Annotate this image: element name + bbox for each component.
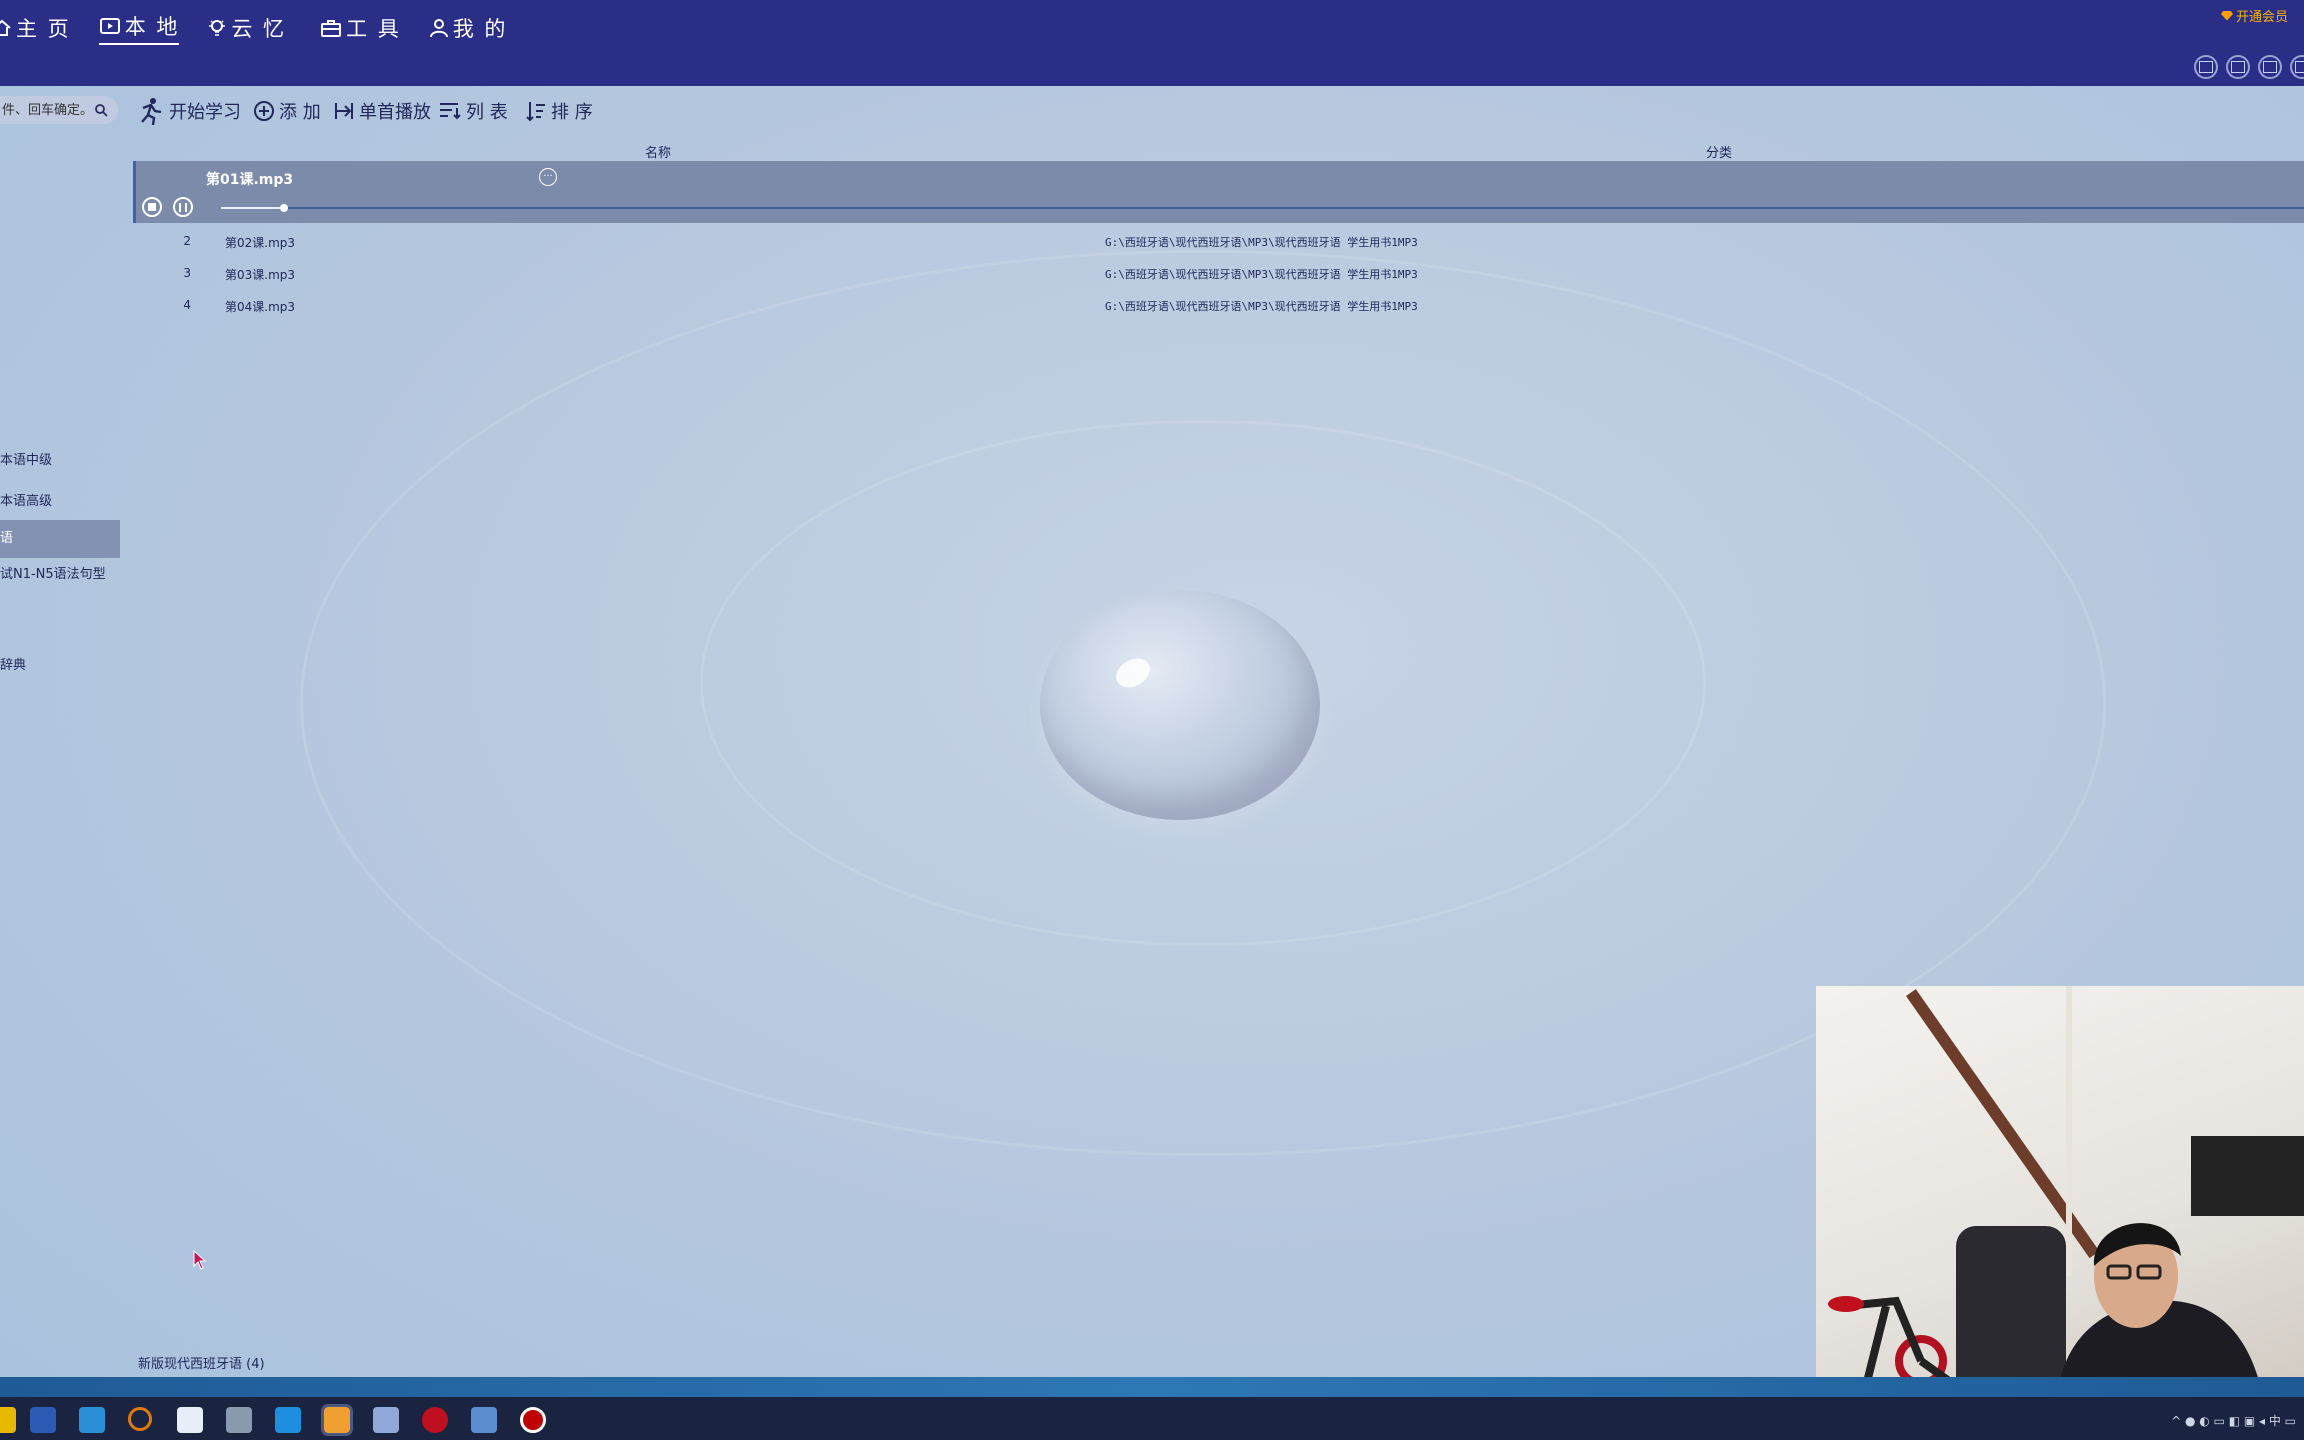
nav-home-label: 主 页 xyxy=(16,17,71,41)
search-box[interactable] xyxy=(0,96,118,124)
game-app-icon[interactable] xyxy=(422,1407,448,1433)
playlist-count-label: 新版现代西班牙语 (4) xyxy=(138,1357,265,1372)
nav-local-label: 本 地 xyxy=(124,15,180,39)
system-tray-icons[interactable]: ^ ● ◐ ▭ ◧ ▣ ◂ 中 ▭ xyxy=(2171,1412,2296,1429)
nav-tools[interactable]: 工 具 xyxy=(320,13,401,43)
save-disk-icon[interactable] xyxy=(30,1407,56,1433)
a-app-icon[interactable] xyxy=(321,1404,353,1436)
main-nav: 主 页 本 地 云 忆 工 具 我 的 xyxy=(0,10,535,46)
row-number: 2 xyxy=(183,234,191,248)
table-row[interactable]: 4 第04课.mp3 G:\西班牙语\现代西班牙语\MP3\现代西班牙语 学生用… xyxy=(133,290,2304,320)
row-file-name: 第02课.mp3 xyxy=(225,236,296,250)
windows-taskbar: ^ ● ◐ ▭ ◧ ▣ ◂ 中 ▭ xyxy=(0,1377,2304,1440)
photo-app-icon[interactable] xyxy=(471,1407,497,1433)
row-number: 3 xyxy=(183,266,191,280)
s-app-icon[interactable] xyxy=(275,1407,301,1433)
list-button[interactable]: 列 表 xyxy=(438,96,508,126)
skin-icon[interactable] xyxy=(2194,55,2218,79)
table-row[interactable]: 2 第02课.mp3 G:\西班牙语\现代西班牙语\MP3\现代西班牙语 学生用… xyxy=(133,226,2304,256)
sidebar-item-selected[interactable]: 语 xyxy=(0,520,120,558)
nav-cloud-memory[interactable]: 云 忆 xyxy=(207,13,286,43)
search-input[interactable] xyxy=(0,101,94,119)
nav-mine-label: 我 的 xyxy=(452,17,508,41)
nav-home[interactable]: 主 页 xyxy=(0,13,71,43)
list-label: 列 表 xyxy=(466,102,508,123)
top-bar: 主 页 本 地 云 忆 工 具 我 的 开通会员 xyxy=(0,0,2304,86)
nav-cloud-memory-label: 云 忆 xyxy=(231,17,287,41)
column-header-name[interactable]: 名称 xyxy=(645,142,671,161)
add-circle-icon xyxy=(254,101,274,121)
mouse-cursor-icon xyxy=(193,1250,207,1270)
vip-label: 开通会员 xyxy=(2235,10,2288,25)
vip-gem-icon xyxy=(2220,10,2233,21)
edit-icon[interactable] xyxy=(2226,55,2250,79)
sidebar-item[interactable]: 试N1-N5语法句型 xyxy=(0,563,106,582)
playing-title: 第01课.mp3 xyxy=(206,172,294,188)
image-icon[interactable] xyxy=(2258,55,2282,79)
nav-tools-label: 工 具 xyxy=(346,17,401,41)
single-play-button[interactable]: 单首播放 xyxy=(333,96,431,126)
window-tool-icons xyxy=(2186,55,2304,79)
single-play-icon xyxy=(335,103,353,119)
search-app-icon[interactable] xyxy=(128,1407,152,1431)
nav-local[interactable]: 本 地 xyxy=(98,11,180,45)
row-file-path: G:\西班牙语\现代西班牙语\MP3\现代西班牙语 学生用书1MP3 xyxy=(1105,268,1418,281)
start-learning-button[interactable]: 开始学习 xyxy=(135,96,241,126)
user-icon xyxy=(429,19,448,38)
webcam-overlay xyxy=(1816,986,2304,1416)
record-app-icon[interactable] xyxy=(520,1407,546,1433)
document-app-icon[interactable] xyxy=(226,1407,252,1433)
sidebar-item[interactable]: 本语高级 xyxy=(0,490,52,509)
lightbulb-icon xyxy=(209,20,226,36)
water-droplet-image xyxy=(1040,590,1320,820)
sidebar-item[interactable]: 辞典 xyxy=(0,654,26,673)
progress-fill xyxy=(221,207,284,209)
more-options-icon[interactable]: ··· xyxy=(539,168,557,186)
home-icon xyxy=(0,19,11,36)
row-file-path: G:\西班牙语\现代西班牙语\MP3\现代西班牙语 学生用书1MP3 xyxy=(1105,300,1418,313)
nav-mine[interactable]: 我 的 xyxy=(429,13,508,43)
image-app-icon[interactable] xyxy=(373,1407,399,1433)
row-file-path: G:\西班牙语\现代西班牙语\MP3\现代西班牙语 学生用书1MP3 xyxy=(1105,236,1418,249)
playback-progress-bar[interactable] xyxy=(221,204,2304,212)
taskbar-accent-strip xyxy=(0,1377,2304,1397)
sort-icon xyxy=(526,102,545,122)
column-header-category[interactable]: 分类 xyxy=(1706,142,1732,161)
search-icon[interactable] xyxy=(94,103,108,117)
stop-button[interactable] xyxy=(142,197,162,217)
window-icon[interactable] xyxy=(2290,55,2304,79)
media-player-icon[interactable] xyxy=(177,1407,203,1433)
row-number: 4 xyxy=(183,298,191,312)
start-learning-label: 开始学习 xyxy=(169,102,241,123)
stop-icon xyxy=(148,203,156,211)
sidebar-item[interactable]: 本语中级 xyxy=(0,449,52,468)
list-icon xyxy=(440,103,461,120)
progress-knob[interactable] xyxy=(279,204,288,212)
sort-label: 排 序 xyxy=(551,102,593,123)
row-file-name: 第04课.mp3 xyxy=(225,300,296,314)
running-icon xyxy=(141,98,162,126)
table-row[interactable]: 3 第03课.mp3 G:\西班牙语\现代西班牙语\MP3\现代西班牙语 学生用… xyxy=(133,258,2304,288)
sort-button[interactable]: 排 序 xyxy=(525,96,593,126)
add-button[interactable]: 添 加 xyxy=(253,96,321,126)
dictionary-app-icon[interactable] xyxy=(79,1407,105,1433)
taskbar-app-icon[interactable] xyxy=(0,1407,16,1433)
single-play-label: 单首播放 xyxy=(359,102,431,123)
pause-icon xyxy=(179,202,187,212)
add-label: 添 加 xyxy=(279,102,321,123)
playing-row[interactable]: 第01课.mp3 ··· xyxy=(133,161,2304,223)
toolbox-icon xyxy=(321,20,342,37)
vip-button[interactable]: 开通会员 xyxy=(2220,6,2288,25)
local-video-icon xyxy=(99,18,120,34)
pause-button[interactable] xyxy=(173,197,193,217)
row-file-name: 第03课.mp3 xyxy=(225,268,296,282)
